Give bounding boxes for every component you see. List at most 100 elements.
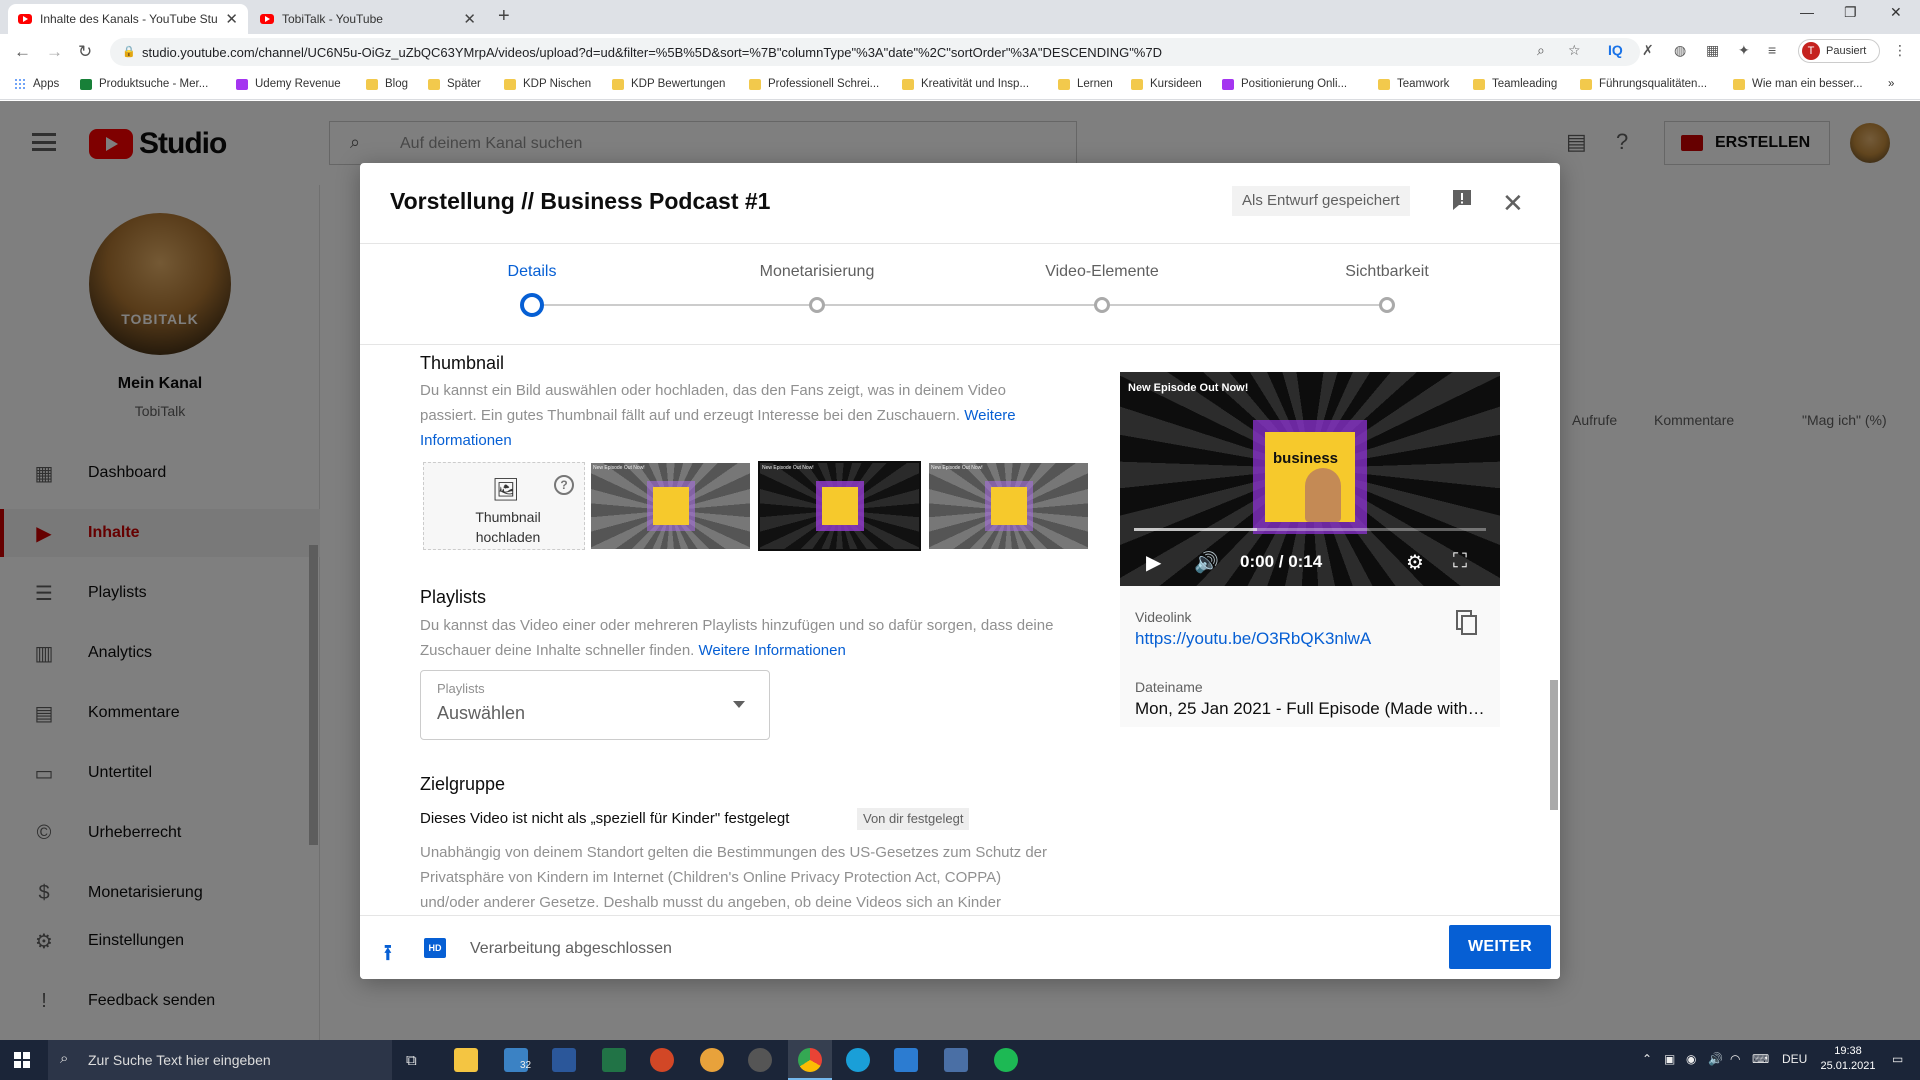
settings-gear-icon[interactable]: ⚙ [1406, 550, 1424, 575]
restore-icon[interactable]: ❐ [1844, 4, 1857, 21]
close-tab-icon[interactable]: ✕ [225, 10, 238, 28]
bookmark-item[interactable]: KDP Bewertungen [612, 78, 725, 90]
copy-icon[interactable] [1456, 610, 1478, 636]
browser-tab-bar: Inhalte des Kanals - YouTube Stu ✕ TobiT… [0, 0, 1920, 34]
bookmark-item[interactable]: Produktsuche - Mer... [80, 78, 208, 90]
extension-icon[interactable]: ◍ [1674, 42, 1686, 59]
profile-button[interactable]: T Pausiert [1798, 39, 1880, 63]
browser-tab-youtube[interactable]: TobiTalk - YouTube ✕ [250, 4, 486, 34]
thumbnail-caption: New Episode Out Now! [931, 465, 983, 471]
file-explorer-icon[interactable] [454, 1048, 478, 1072]
thumbnail-section-title: Thumbnail [420, 353, 505, 373]
minimize-icon[interactable]: — [1800, 4, 1814, 20]
chrome-icon[interactable] [798, 1048, 822, 1072]
tray-chevron-icon[interactable]: ⌃ [1642, 1052, 1652, 1066]
next-button[interactable]: WEITER [1449, 925, 1551, 969]
more-bookmarks-icon[interactable]: » [1888, 78, 1894, 90]
playlists-more-info-link[interactable]: Weitere Informationen [699, 642, 846, 659]
address-bar[interactable]: 🔒 studio.youtube.com/channel/UC6N5u-OiGz… [110, 38, 1640, 66]
thumbnail-option[interactable]: New Episode Out Now! [591, 463, 750, 549]
word-icon[interactable] [552, 1048, 576, 1072]
spotify-icon[interactable] [994, 1048, 1018, 1072]
dialog-scrollbar[interactable] [1550, 680, 1558, 810]
add-photo-icon: 🖼 [492, 477, 520, 502]
network-icon[interactable]: ◠ [1730, 1052, 1740, 1066]
app-icon[interactable] [894, 1048, 918, 1072]
browser-tab-studio[interactable]: Inhalte des Kanals - YouTube Stu ✕ [8, 4, 248, 34]
extension-icon[interactable]: ✗ [1642, 42, 1654, 59]
taskbar-search-placeholder: Zur Suche Text hier eingeben [88, 1052, 271, 1068]
language-indicator[interactable]: DEU [1782, 1052, 1807, 1066]
thumbnail-cover [653, 487, 689, 525]
app-icon[interactable] [700, 1048, 724, 1072]
thumbnail-cover [822, 487, 858, 525]
folder-icon [1473, 78, 1485, 90]
volume-icon[interactable]: 🔊 [1708, 1052, 1723, 1066]
menu-icon[interactable]: ⋮ [1893, 42, 1907, 59]
notifications-icon[interactable]: ▭ [1892, 1052, 1903, 1066]
help-icon[interactable]: ? [554, 475, 574, 495]
bookmark-item[interactable]: KDP Nischen [504, 78, 591, 90]
thumbnail-option-selected[interactable]: New Episode Out Now! [758, 461, 921, 551]
system-clock[interactable]: 19:38 25.01.2021 [1818, 1044, 1878, 1074]
playlists-field-label: Playlists [437, 681, 485, 696]
bookmark-item[interactable]: Kreativität und Insp... [902, 78, 1029, 90]
bookmark-item[interactable]: Wie man ein besser... [1733, 78, 1863, 90]
video-progress-bar[interactable] [1134, 528, 1486, 531]
bookmark-item[interactable]: Professionell Schrei... [749, 78, 879, 90]
windows-taskbar: ⌕ Zur Suche Text hier eingeben ⧉ 32 ⌃ ▣ … [0, 1040, 1920, 1080]
extension-icon[interactable]: IQ [1608, 42, 1623, 58]
task-view-icon[interactable]: ⧉ [406, 1052, 417, 1069]
bookmark-item[interactable]: Führungsqualitäten... [1580, 78, 1707, 90]
video-overlay-text: New Episode Out Now! [1128, 382, 1249, 394]
close-window-icon[interactable]: ✕ [1890, 4, 1902, 21]
playlists-dropdown[interactable]: Playlists Auswählen [420, 670, 770, 740]
forward-icon[interactable]: → [46, 42, 63, 62]
bookmark-item[interactable]: Blog [366, 78, 408, 90]
upload-thumbnail-button[interactable]: 🖼 ? Thumbnail hochladen [423, 462, 585, 550]
bookmark-item[interactable]: Teamwork [1378, 78, 1449, 90]
puzzle-icon[interactable]: ✦ [1738, 42, 1750, 59]
profile-label: Pausiert [1826, 45, 1867, 57]
play-icon[interactable]: ▶ [1146, 550, 1161, 575]
zoom-icon[interactable]: ⌕ [1537, 42, 1545, 59]
taskbar-search-input[interactable]: ⌕ Zur Suche Text hier eingeben [48, 1040, 392, 1080]
fullscreen-icon[interactable]: ⛶ [1453, 550, 1467, 573]
powerpoint-icon[interactable] [650, 1048, 674, 1072]
obs-icon[interactable] [748, 1048, 772, 1072]
videolink-url[interactable]: https://youtu.be/O3RbQK3nlwA [1135, 629, 1371, 649]
bookmark-item[interactable]: Lernen [1058, 78, 1113, 90]
excel-icon[interactable] [602, 1048, 626, 1072]
apps-grid-icon [14, 78, 26, 90]
tray-app-icon[interactable]: ▣ [1664, 1052, 1675, 1066]
bookmark-apps[interactable]: Apps [14, 78, 59, 90]
bookmark-item[interactable]: Teamleading [1473, 78, 1557, 90]
windows-start-icon[interactable] [14, 1052, 30, 1068]
video-player[interactable]: New Episode Out Now! business ▶ 🔊 0:00 /… [1120, 372, 1500, 586]
keyboard-icon[interactable]: ⌨ [1752, 1052, 1769, 1066]
mail-badge: 32 [520, 1060, 532, 1071]
thumbnail-option[interactable]: New Episode Out Now! [929, 463, 1088, 549]
app-icon[interactable] [944, 1048, 968, 1072]
bookmark-item[interactable]: Udemy Revenue [236, 78, 341, 90]
volume-icon[interactable]: 🔊 [1194, 550, 1219, 575]
bookmark-star-icon[interactable]: ☆ [1568, 42, 1581, 59]
udemy-icon [1222, 78, 1234, 90]
playlists-field-value: Auswählen [437, 703, 526, 723]
videolink-label: Videolink [1135, 609, 1192, 625]
new-tab-icon[interactable]: + [498, 5, 510, 28]
reading-list-icon[interactable]: ≡ [1768, 42, 1776, 58]
reload-icon[interactable]: ↻ [78, 42, 92, 62]
video-preview-panel: New Episode Out Now! business ▶ 🔊 0:00 /… [1120, 372, 1500, 727]
extension-icon[interactable]: ▦ [1706, 42, 1719, 59]
folder-icon [366, 78, 378, 90]
bookmark-item[interactable]: Später [428, 78, 481, 90]
audience-section-title: Zielgruppe [420, 774, 506, 794]
back-icon[interactable]: ← [14, 42, 31, 62]
thumbnail-cover [991, 487, 1027, 525]
tray-app-icon[interactable]: ◉ [1686, 1052, 1696, 1066]
edge-icon[interactable] [846, 1048, 870, 1072]
bookmark-item[interactable]: Positionierung Onli... [1222, 78, 1347, 90]
bookmark-item[interactable]: Kursideen [1131, 78, 1202, 90]
close-tab-icon[interactable]: ✕ [463, 10, 476, 28]
